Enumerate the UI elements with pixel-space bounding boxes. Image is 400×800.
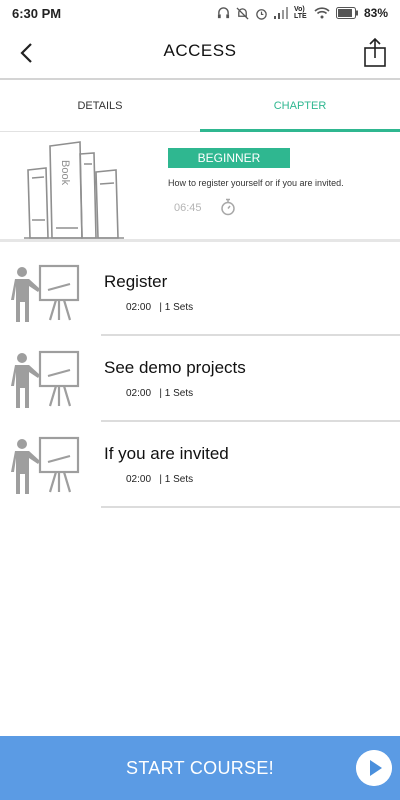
- signal-icon: [273, 7, 288, 19]
- book-illustration: Book: [24, 141, 124, 239]
- app-header: ACCESS: [0, 26, 400, 80]
- course-description: How to register yourself or if you are i…: [168, 178, 344, 188]
- headset-icon: [217, 6, 230, 18]
- page-title: ACCESS: [163, 41, 237, 60]
- lesson-list: Register 02:00 | 1 Sets See demo project…: [0, 250, 400, 508]
- tab-chapter[interactable]: CHAPTER: [200, 80, 400, 132]
- lesson-meta: 02:00 | 1 Sets: [126, 302, 193, 313]
- divider: [101, 506, 400, 508]
- presenter-icon: [11, 436, 80, 494]
- course-summary: Book BEGINNER How to register yourself o…: [0, 132, 400, 242]
- tab-details[interactable]: DETAILS: [0, 80, 200, 131]
- lesson-meta: 02:00 | 1 Sets: [126, 388, 193, 399]
- status-bar: 6:30 PM Vo) LTE 83%: [0, 0, 400, 26]
- status-icons: Vo) LTE 83%: [217, 6, 388, 20]
- lesson-item[interactable]: If you are invited 02:00 | 1 Sets: [0, 422, 400, 508]
- stopwatch-icon: [221, 198, 235, 216]
- lesson-sets: | 1 Sets: [159, 474, 194, 485]
- level-badge: BEGINNER: [168, 148, 290, 168]
- muted-bell-icon: [236, 6, 249, 20]
- presenter-icon: [11, 264, 80, 322]
- lesson-sets: | 1 Sets: [159, 302, 194, 313]
- presenter-icon: [11, 350, 80, 408]
- share-icon[interactable]: [362, 36, 388, 68]
- wifi-icon: [314, 7, 330, 19]
- lesson-item[interactable]: See demo projects 02:00 | 1 Sets: [0, 336, 400, 422]
- lesson-sets: | 1 Sets: [159, 388, 194, 399]
- lesson-duration: 02:00: [126, 302, 152, 313]
- status-time: 6:30 PM: [12, 5, 62, 21]
- lesson-title: See demo projects: [104, 358, 246, 377]
- lesson-item[interactable]: Register 02:00 | 1 Sets: [0, 250, 400, 336]
- battery-percent: 83%: [363, 6, 388, 20]
- play-icon[interactable]: [356, 750, 392, 786]
- lesson-title: Register: [104, 272, 168, 291]
- book-cover-text: Book: [59, 160, 71, 186]
- start-course-button[interactable]: START COURSE!: [0, 736, 400, 800]
- battery-icon: [335, 7, 358, 19]
- lesson-title: If you are invited: [104, 444, 229, 463]
- lesson-duration: 02:00: [126, 474, 152, 485]
- lesson-duration: 02:00: [126, 388, 152, 399]
- tab-bar: DETAILS CHAPTER: [0, 80, 400, 132]
- network-label: Vo) LTE: [293, 6, 307, 20]
- course-duration: 06:45: [174, 202, 202, 214]
- start-course-label: START COURSE!: [126, 758, 274, 778]
- alarm-icon: [256, 8, 267, 20]
- lesson-meta: 02:00 | 1 Sets: [126, 474, 193, 485]
